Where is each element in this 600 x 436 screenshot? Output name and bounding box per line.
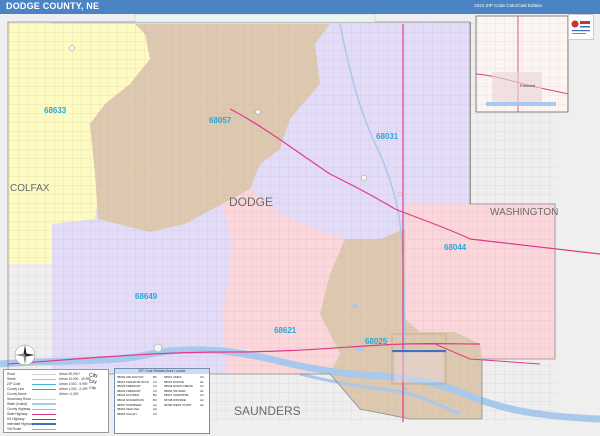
map-title: DODGE COUNTY, NE [6, 1, 100, 11]
legend-label: Secondary Road [7, 397, 31, 401]
legend-label: State Highway [7, 412, 28, 416]
zip-label-68025: 68025 [365, 337, 388, 346]
legend-desc: Urban <1,000 [59, 392, 79, 396]
legend-label: Toll Route [7, 427, 22, 431]
legend-swatch [32, 379, 56, 380]
legend-city-sample: City [89, 385, 96, 390]
legend-swatch [32, 399, 56, 400]
zip-table-header: ZIP Code Related Area Locator [115, 369, 209, 374]
legend-swatch [32, 389, 56, 390]
zip-table-row [164, 412, 210, 417]
legend-label: Street [7, 377, 16, 381]
label-neighbor-washington: WASHINGTON [490, 207, 559, 218]
zip-label-68649: 68649 [135, 292, 158, 301]
zip-table-right-column: 68621AMES C2 68633DODGE A1 68649NORTH BEND C1… [164, 375, 210, 416]
legend-label: ZIP Code [7, 382, 21, 386]
zip-label-68633: 68633 [44, 106, 67, 115]
legend-swatch [32, 423, 56, 425]
interstate-bar [392, 350, 446, 353]
place-cell: VALLEY [126, 411, 138, 416]
legend-swatch [32, 429, 56, 430]
label-neighbor-saunders: SAUNDERS [234, 404, 301, 418]
zip-label-68044: 68044 [444, 243, 467, 252]
compass-rose-icon [14, 344, 36, 366]
label-neighbor-colfax: COLFAX [10, 183, 50, 194]
legend-label: County Name [7, 392, 27, 396]
map-page: { "header": { "title": "DODGE COUNTY, NE… [0, 0, 600, 436]
zip-label-68057: 68057 [209, 116, 232, 125]
title-bar: DODGE COUNTY, NE 2022 ZIP Code ColorCast… [0, 0, 600, 14]
legend-desc: Urban 1,000 - 2,499 [59, 387, 88, 391]
legend-label: Road [7, 372, 15, 376]
legend-desc: Urban 50,000+ [59, 372, 81, 376]
zip-locator-table: ZIP Code Related Area Locator 68002ARLIN… [114, 368, 210, 434]
legend-label: County Highway [7, 407, 31, 411]
label-county-dodge: DODGE [229, 195, 274, 209]
legend-desc: Urban 2,500 - 9,999 [59, 382, 88, 386]
publisher-logo [568, 14, 594, 40]
legend-label: Interstate Highway [7, 422, 34, 426]
legend-label: Water (Inland) [7, 402, 28, 406]
inset-town-label: Fremont [520, 83, 535, 88]
legend-swatch [32, 374, 56, 375]
zip-table-left-column: 68002ARLINGTON B3 68015CEDAR BLUFFS C3 68025… [117, 375, 163, 416]
zip-table-row: 68064VALLEY C3 [117, 412, 163, 417]
map-legend: Road Urban 50,000+ Street Urban 10,000 -… [3, 369, 109, 433]
legend-swatch [32, 384, 56, 385]
legend-swatch [32, 403, 56, 405]
legend-desc: Urban 10,000 - 49,999 [59, 377, 91, 381]
zip-label-68031: 68031 [376, 132, 399, 141]
edition-label: 2022 ZIP Code ColorCast Edition [474, 3, 542, 8]
zip-cell: 68064 [117, 411, 126, 416]
legend-label: US Highway [7, 417, 25, 421]
grid-cell: C3 [153, 411, 157, 416]
logo-mark [570, 17, 592, 37]
fremont-inset [475, 15, 569, 113]
legend-swatch [32, 409, 56, 410]
zip-label-68621: 68621 [274, 326, 297, 335]
legend-swatch [32, 419, 56, 420]
legend-label: County Line [7, 387, 25, 391]
legend-swatch [32, 414, 56, 415]
